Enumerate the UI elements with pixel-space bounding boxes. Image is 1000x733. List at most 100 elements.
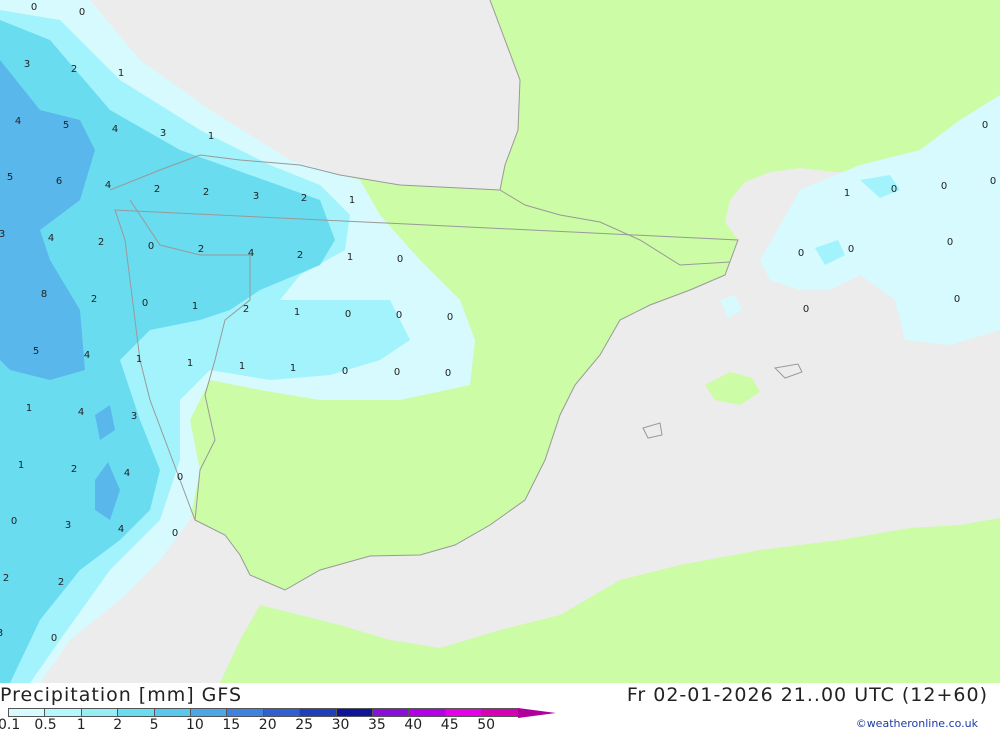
precip-value-label: 0 (947, 237, 953, 248)
legend-tick-label: 20 (258, 717, 277, 733)
legend-swatch (408, 708, 446, 717)
precip-value-label: 2 (58, 577, 64, 588)
precip-value-label: 2 (243, 304, 249, 315)
precip-value-label: 2 (297, 250, 303, 261)
legend-swatch (335, 708, 373, 717)
legend-swatch (262, 708, 301, 717)
precip-value-label: 2 (3, 573, 9, 584)
precip-value-label: 2 (91, 294, 97, 305)
precip-value-label: 0 (891, 184, 897, 195)
precip-value-label: 1 (290, 363, 296, 374)
precip-value-label: 0 (990, 176, 996, 187)
precip-value-label: 3 (0, 229, 5, 240)
precip-value-label: 0 (397, 254, 403, 265)
precip-value-label: 0 (345, 309, 351, 320)
precip-value-label: 0 (148, 241, 154, 252)
precip-value-label: 4 (15, 116, 21, 127)
precip-value-label: 0 (172, 528, 178, 539)
precip-value-label: 0 (803, 304, 809, 315)
precip-value-label: 3 (0, 628, 3, 639)
legend-swatch (8, 708, 46, 717)
precip-value-label: 5 (7, 172, 13, 183)
precip-value-label: 1 (136, 354, 142, 365)
precip-value-label: 1 (239, 361, 245, 372)
legend-tick-label: 35 (368, 717, 386, 733)
legend-swatch (517, 708, 556, 718)
footer: Precipitation [mm] GFS Fr 02-01-2026 21.… (0, 683, 1000, 733)
precip-value-label: 2 (301, 193, 307, 204)
precip-value-label: 3 (65, 520, 71, 531)
precip-value-label: 5 (33, 346, 39, 357)
precip-value-label: 0 (342, 366, 348, 377)
precip-value-label: 2 (71, 464, 77, 475)
precip-value-label: 0 (396, 310, 402, 321)
legend-swatch (299, 708, 337, 717)
legend-tick-label: 0.1 (0, 717, 21, 733)
precip-value-label: 1 (192, 301, 198, 312)
legend-swatch (153, 708, 191, 717)
precip-value-label: 6 (56, 176, 62, 187)
legend-swatch (117, 708, 155, 717)
precip-value-label: 0 (51, 633, 57, 644)
precip-value-label: 4 (124, 468, 130, 479)
map-canvas: 0 0 3 2 1 4 5 4 3 1 5 6 4 2 2 3 2 1 3 4 2 0 2 4 2 1 0 8 2 0 1 2 1 0 0 0 5 4 1 1… (0, 0, 1000, 683)
precip-value-label: 1 (347, 252, 353, 263)
precip-value-label: 4 (78, 407, 84, 418)
precip-value-label: 1 (18, 460, 24, 471)
precip-value-label: 1 (26, 403, 32, 414)
precip-value-label: 2 (154, 184, 160, 195)
precip-value-label: 3 (160, 128, 166, 139)
legend-tick-label: 0.5 (34, 717, 57, 733)
credit-link[interactable]: ©weatheronline.co.uk (856, 717, 978, 730)
precip-value-label: 0 (941, 181, 947, 192)
legend-swatch (190, 708, 228, 717)
precip-value-label: 0 (79, 7, 85, 18)
legend-swatch (481, 708, 519, 717)
precip-value-label: 1 (118, 68, 124, 79)
precip-value-label: 4 (105, 180, 111, 191)
precip-value-label: 1 (349, 195, 355, 206)
legend-tick-label: 45 (440, 717, 459, 733)
precip-value-label: 4 (248, 248, 254, 259)
precipitation-map: 0 0 3 2 1 4 5 4 3 1 5 6 4 2 2 3 2 1 3 4 2 0 2 4 2 1 0 8 2 0 1 2 1 0 0 0 5 4 1 1… (0, 0, 1000, 683)
precip-value-label: 0 (177, 472, 183, 483)
precip-value-label: 4 (48, 233, 54, 244)
precip-value-label: 0 (848, 244, 854, 255)
precip-value-label: 0 (445, 368, 451, 379)
precip-value-label: 1 (187, 358, 193, 369)
precip-value-label: 2 (198, 244, 204, 255)
legend-tick-label: 40 (404, 717, 423, 733)
precip-value-label: 0 (31, 2, 37, 13)
precip-value-label: 4 (112, 124, 118, 135)
precip-value-label: 0 (954, 294, 960, 305)
legend-tick-label: 1 (76, 717, 86, 733)
legend-tick-label: 15 (222, 717, 241, 733)
precip-value-label: 8 (41, 289, 47, 300)
valid-time: Fr 02-01-2026 21..00 UTC (12+60) (626, 684, 988, 706)
legend-tick-label: 10 (186, 717, 204, 733)
precip-value-label: 5 (63, 120, 69, 131)
legend-swatch (444, 708, 483, 717)
legend-swatch (80, 708, 119, 717)
precip-value-label: 0 (447, 312, 453, 323)
legend-tick-label: 5 (149, 717, 159, 733)
precip-value-label: 1 (208, 131, 214, 142)
precip-value-label: 1 (844, 188, 850, 199)
precip-value-label: 2 (203, 187, 209, 198)
precip-value-label: 4 (118, 524, 124, 535)
legend-swatch (44, 708, 82, 717)
precip-value-label: 1 (294, 307, 300, 318)
precip-value-label: 3 (24, 59, 30, 70)
legend-tick-label: 50 (477, 717, 496, 733)
legend-tick-label: 30 (331, 717, 350, 733)
precip-value-label: 2 (98, 237, 104, 248)
precip-value-label: 4 (84, 350, 90, 361)
legend-tick-label: 25 (295, 717, 314, 733)
legend-swatch (372, 708, 410, 717)
legend-swatch (226, 708, 264, 717)
precip-value-label: 0 (394, 367, 400, 378)
precip-value-label: 2 (71, 64, 77, 75)
precip-value-label: 0 (142, 298, 148, 309)
precip-value-label: 0 (982, 120, 988, 131)
precip-value-label: 0 (798, 248, 804, 259)
